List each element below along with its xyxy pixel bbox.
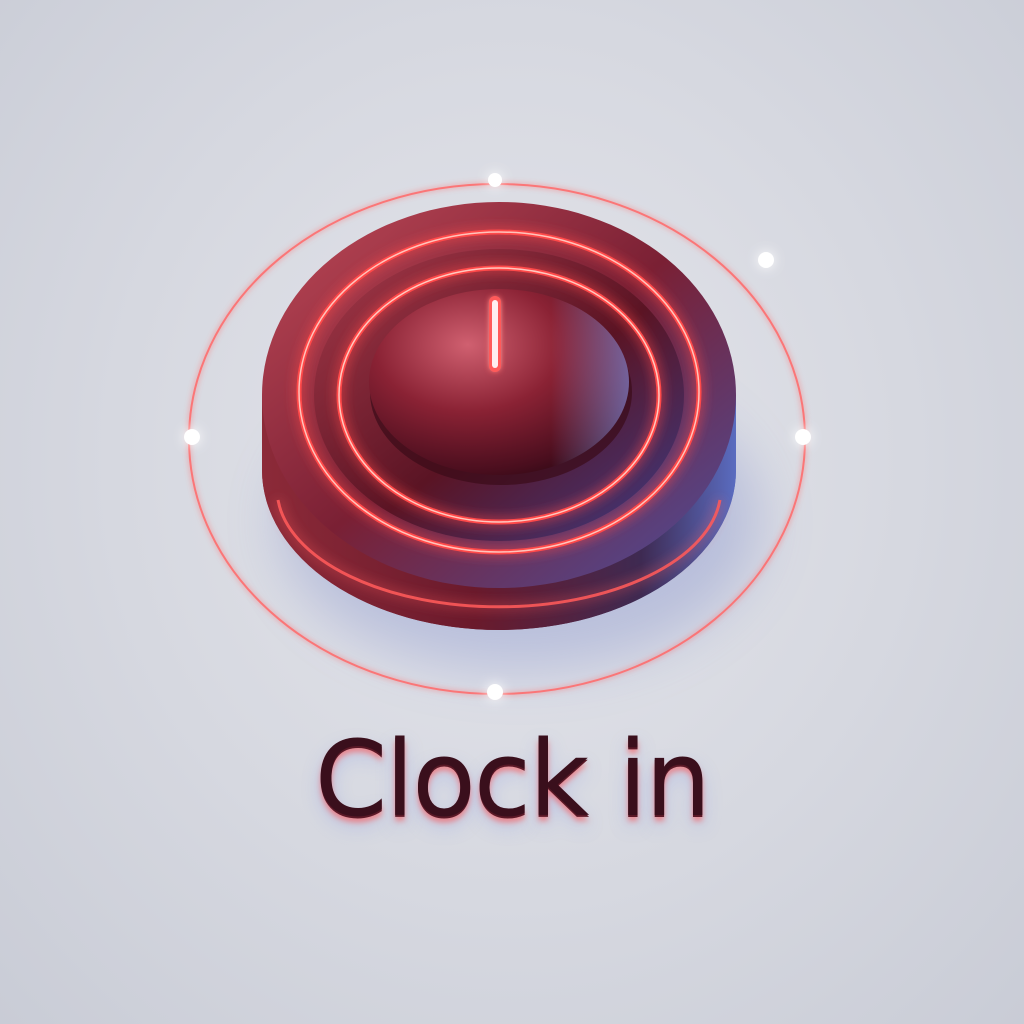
clock-in-screen: Clock in [0, 0, 1024, 1024]
power-icon [489, 296, 501, 372]
clock-in-button[interactable] [262, 202, 736, 630]
clock-in-graphic [184, 173, 811, 700]
clock-in-label[interactable]: Clock in [0, 718, 1024, 840]
